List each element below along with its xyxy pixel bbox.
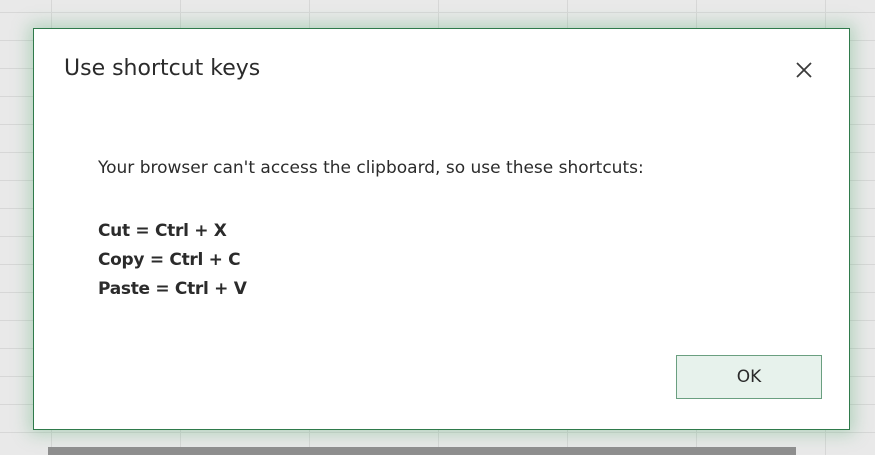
screen: Use shortcut keys Your browser can't acc… — [0, 0, 875, 455]
shortcut-copy: Copy = Ctrl + C — [98, 250, 241, 270]
close-button[interactable] — [789, 55, 819, 85]
dialog-message: Your browser can't access the clipboard,… — [98, 158, 644, 178]
shortcut-keys-dialog: Use shortcut keys Your browser can't acc… — [33, 28, 850, 430]
dialog-title: Use shortcut keys — [64, 56, 261, 81]
horizontal-scrollbar[interactable] — [48, 447, 796, 455]
shortcut-paste: Paste = Ctrl + V — [98, 279, 247, 299]
shortcut-list: Cut = Ctrl + X Copy = Ctrl + C Paste = C… — [98, 217, 247, 304]
close-icon — [796, 62, 812, 78]
ok-button[interactable]: OK — [676, 355, 822, 399]
shortcut-cut: Cut = Ctrl + X — [98, 221, 227, 241]
